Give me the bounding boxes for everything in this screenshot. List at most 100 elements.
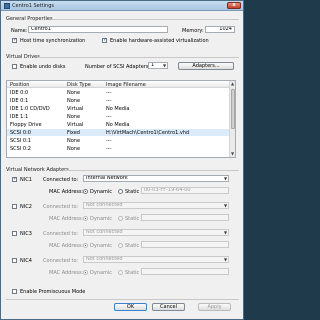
- apply-button[interactable]: Apply: [198, 303, 231, 311]
- hw-virtualization-label: Enable hardware-assisted virtualization: [110, 38, 209, 44]
- table-scrollbar[interactable]: ▲ ▼: [229, 81, 235, 157]
- nic-enable-checkbox[interactable]: [12, 258, 17, 263]
- mac-address-label: MAC Address:: [49, 189, 84, 195]
- table-cell: SCSI 0:1: [10, 138, 31, 144]
- chevron-down-icon: ▼: [223, 203, 228, 208]
- mac-dynamic-radio[interactable]: [83, 270, 88, 275]
- undo-disks-checkbox[interactable]: [12, 64, 17, 69]
- memory-field[interactable]: 1024: [205, 26, 235, 33]
- table-cell: None: [67, 98, 81, 104]
- nic-connection-select[interactable]: Internal Network ▼: [83, 175, 229, 182]
- mac-static-radio[interactable]: [118, 216, 123, 221]
- name-label: Name:: [11, 28, 28, 34]
- promiscuous-mode-label: Enable Promiscuous Mode: [20, 289, 86, 295]
- ok-button[interactable]: OK: [114, 303, 147, 311]
- host-time-sync-checkbox[interactable]: ✓: [12, 38, 17, 43]
- scroll-down-icon[interactable]: ▼: [230, 151, 235, 157]
- undo-disks-label: Enable undo disks: [20, 64, 66, 70]
- table-cell: Floppy Drive: [10, 122, 42, 128]
- table-cell: None: [67, 90, 81, 96]
- network-group-label: Virtual Network Adapters: [6, 167, 69, 173]
- table-row[interactable]: SCSI 0:0 Fixed H:\VirtMach\Centro1\Centro1…: [7, 129, 235, 136]
- drives-table: Position Disk Type Image Filename IDE 0:…: [6, 80, 236, 158]
- mac-static-label: Static: [125, 189, 140, 195]
- mac-dynamic-radio[interactable]: [83, 216, 88, 221]
- memory-label: Memory:: [182, 28, 204, 34]
- scroll-up-icon[interactable]: ▲: [230, 81, 235, 87]
- nic-connection-value: Not connected: [86, 256, 123, 262]
- mac-static-radio[interactable]: [118, 189, 123, 194]
- table-cell: Fixed: [67, 130, 80, 136]
- scsi-adapters-label: Number of SCSI Adapters:: [85, 64, 151, 70]
- mac-address-field[interactable]: [141, 241, 229, 248]
- check-icon: ✓: [13, 176, 18, 182]
- group-divider: [38, 57, 239, 58]
- scroll-thumb[interactable]: [231, 89, 235, 129]
- nic-enable-checkbox[interactable]: [12, 231, 17, 236]
- scsi-adapters-select[interactable]: 1 ▼: [148, 62, 168, 69]
- column-header-position[interactable]: Position: [10, 82, 29, 88]
- table-cell: Virtual: [67, 122, 84, 128]
- table-cell: ---: [106, 138, 112, 144]
- mac-dynamic-label: Dynamic: [90, 189, 113, 195]
- mac-dynamic-radio[interactable]: [83, 189, 88, 194]
- table-row[interactable]: IDE 1:1 None ---: [7, 113, 235, 120]
- adapters-button[interactable]: Adapters...: [178, 62, 234, 70]
- mac-address-field[interactable]: [141, 268, 229, 275]
- table-row[interactable]: SCSI 0:2 None ---: [7, 145, 235, 152]
- table-cell: H:\VirtMach\Centro1\Centro1.vhd: [106, 130, 190, 136]
- mac-address-value: 00-03-FF-19-64-00: [144, 187, 191, 193]
- settings-dialog: Centro1 Settings x General Properties Na…: [0, 0, 244, 320]
- table-row[interactable]: IDE 0:1 None ---: [7, 97, 235, 104]
- column-header-disk-type[interactable]: Disk Type: [67, 82, 91, 88]
- chevron-down-icon: ▼: [223, 176, 228, 181]
- cancel-button-label: Cancel: [160, 304, 177, 310]
- mac-address-label: MAC Address:: [49, 243, 84, 249]
- table-row[interactable]: IDE 1:0 CD/DVD Virtual No Media: [7, 105, 235, 112]
- window-title: Centro1 Settings: [12, 3, 54, 9]
- scsi-adapters-value: 1: [151, 62, 155, 68]
- mac-static-radio[interactable]: [118, 243, 123, 248]
- table-cell: ---: [106, 146, 112, 152]
- nic-connection-value: Not connected: [86, 202, 123, 208]
- hw-virtualization-checkbox[interactable]: ✓: [102, 38, 107, 43]
- name-field-value: Centro1: [31, 26, 51, 32]
- mac-dynamic-label: Dynamic: [90, 270, 113, 276]
- table-cell: No Media: [106, 106, 130, 112]
- mac-address-field[interactable]: 00-03-FF-19-64-00: [141, 187, 229, 194]
- title-bar: Centro1 Settings x: [1, 1, 243, 11]
- column-header-image-filename[interactable]: Image Filename: [106, 82, 146, 88]
- mac-address-field[interactable]: [141, 214, 229, 221]
- group-divider: [51, 19, 239, 20]
- mac-static-radio[interactable]: [118, 270, 123, 275]
- mac-dynamic-label: Dynamic: [90, 216, 113, 222]
- nic-enable-checkbox[interactable]: [12, 204, 17, 209]
- mac-static-label: Static: [125, 243, 140, 249]
- table-cell: SCSI 0:2: [10, 146, 31, 152]
- nic-connection-select[interactable]: Not connected ▼: [83, 202, 229, 209]
- nic-connection-select[interactable]: Not connected ▼: [83, 229, 229, 236]
- table-cell: Virtual: [67, 106, 84, 112]
- mac-static-label: Static: [125, 216, 140, 222]
- apply-button-label: Apply: [207, 304, 222, 310]
- ok-button-label: OK: [126, 304, 135, 310]
- table-cell: IDE 0:1: [10, 98, 29, 104]
- close-button[interactable]: x: [227, 2, 241, 9]
- close-icon: x: [232, 2, 236, 8]
- table-row[interactable]: IDE 0:0 None ---: [7, 89, 235, 96]
- table-row[interactable]: Floppy Drive Virtual No Media: [7, 121, 235, 128]
- nic-connection-select[interactable]: Not connected ▼: [83, 256, 229, 263]
- table-row[interactable]: SCSI 0:1 None ---: [7, 137, 235, 144]
- general-group-label: General Properties: [6, 16, 53, 22]
- check-icon: ✓: [103, 37, 108, 43]
- promiscuous-mode-checkbox[interactable]: [12, 289, 17, 294]
- table-cell: SCSI 0:0: [10, 130, 31, 136]
- cancel-button[interactable]: Cancel: [152, 303, 185, 311]
- nic-connection-value: Not connected: [86, 229, 123, 235]
- mac-dynamic-radio[interactable]: [83, 243, 88, 248]
- mac-address-label: MAC Address:: [49, 270, 84, 276]
- chevron-down-icon: ▼: [223, 257, 228, 262]
- chevron-down-icon: ▼: [223, 230, 228, 235]
- name-field[interactable]: Centro1: [28, 26, 168, 33]
- nic-enable-checkbox[interactable]: ✓: [12, 177, 17, 182]
